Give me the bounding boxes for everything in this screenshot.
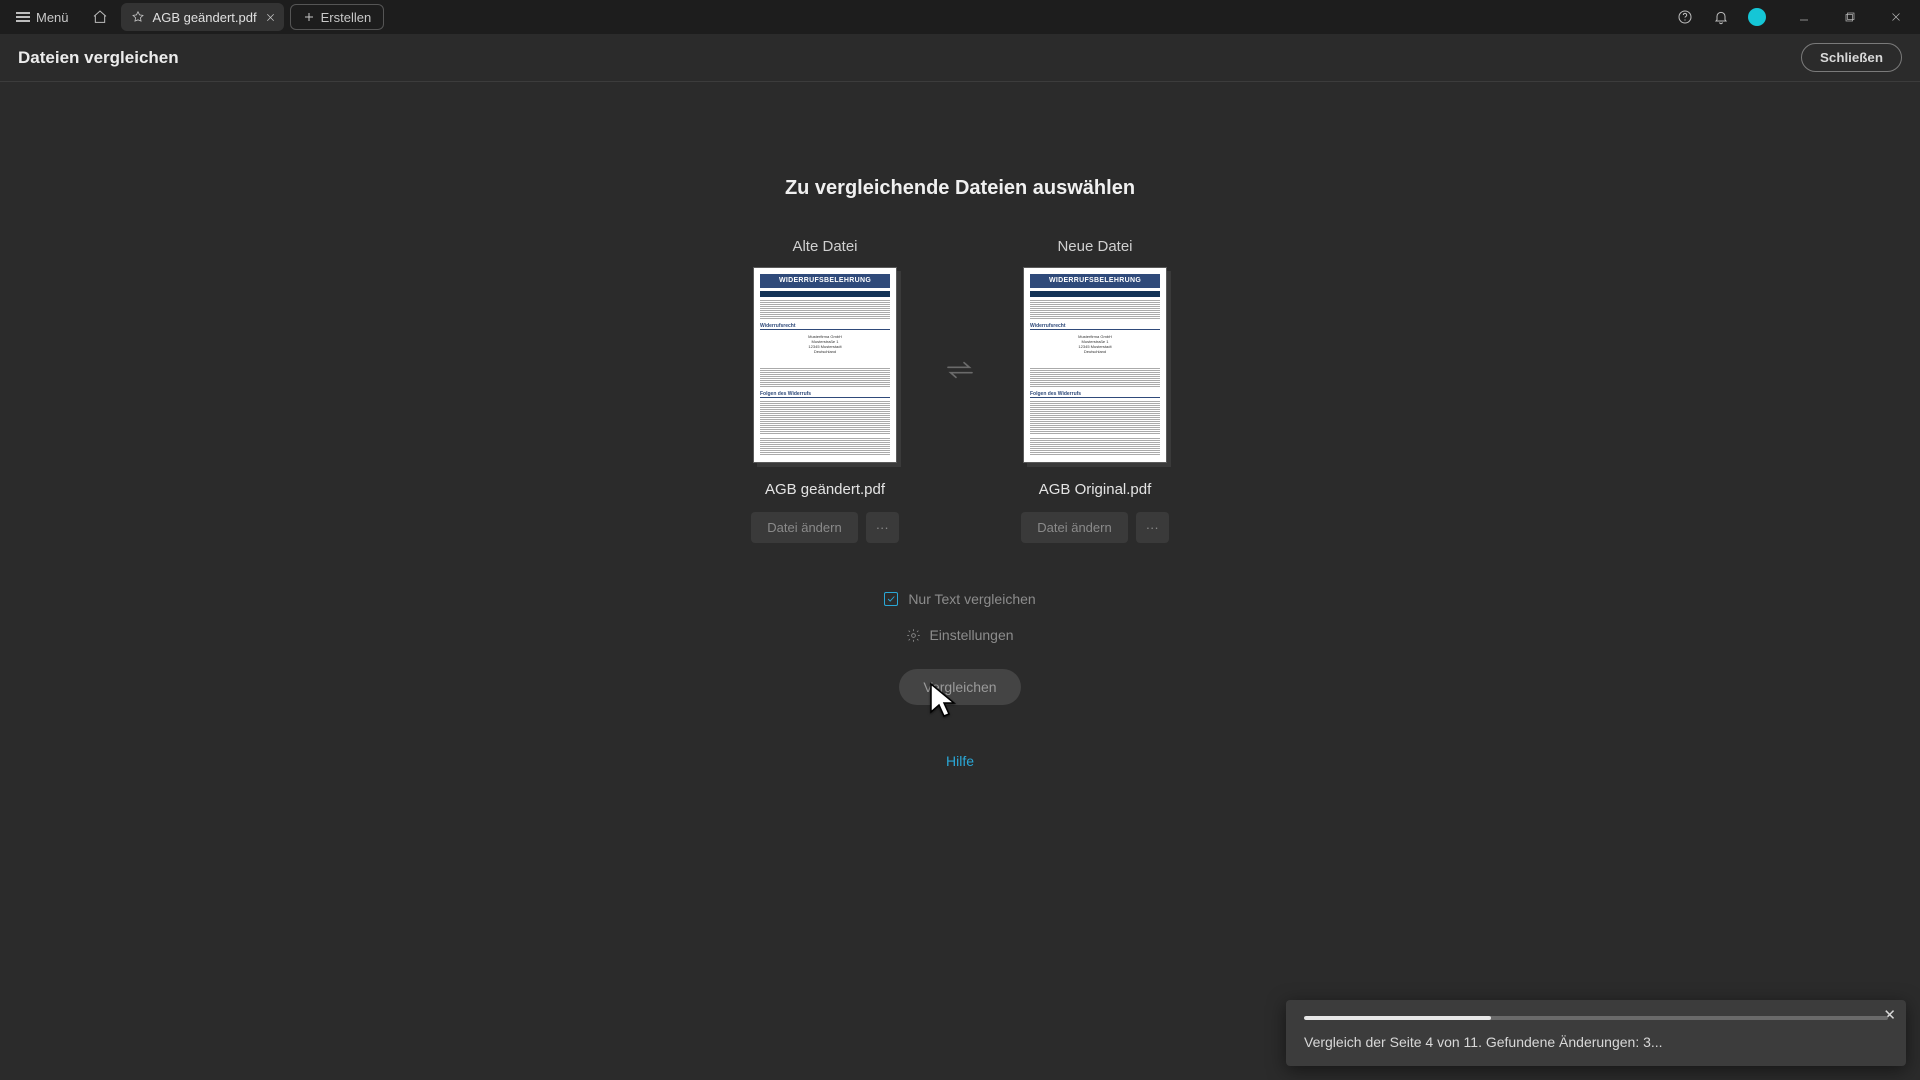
plus-icon (303, 11, 315, 23)
help-button[interactable] (1670, 3, 1700, 31)
home-icon (92, 9, 108, 25)
help-link[interactable]: Hilfe (946, 753, 974, 769)
menu-label: Menü (36, 10, 69, 25)
new-more-button[interactable]: ··· (1136, 512, 1169, 543)
close-window-button[interactable] (1878, 3, 1914, 31)
old-file-actions: Datei ändern ··· (751, 512, 898, 543)
new-file-column: Neue Datei WIDERRUFSBELEHRUNG Widerrufsr… (980, 238, 1210, 543)
window-controls (1786, 3, 1914, 31)
progress-bar-fill (1304, 1016, 1491, 1020)
toast-message: Vergleich der Seite 4 von 11. Gefundene … (1304, 1034, 1888, 1050)
checkbox-icon (884, 592, 898, 606)
create-button[interactable]: Erstellen (290, 4, 385, 30)
new-file-thumbnail[interactable]: WIDERRUFSBELEHRUNG Widerrufsrecht Muster… (1023, 267, 1167, 463)
star-icon (131, 10, 145, 24)
titlebar: Menü AGB geändert.pdf Erstellen (0, 0, 1920, 34)
help-icon (1677, 9, 1693, 25)
tool-header: Dateien vergleichen Schließen (0, 34, 1920, 82)
close-icon (1890, 11, 1902, 23)
new-change-file-button[interactable]: Datei ändern (1021, 512, 1127, 543)
old-file-column: Alte Datei WIDERRUFSBELEHRUNG Widerrufsr… (710, 238, 940, 543)
old-file-label: Alte Datei (792, 238, 857, 255)
old-file-thumbnail[interactable]: WIDERRUFSBELEHRUNG Widerrufsrecht Muster… (753, 267, 897, 463)
only-text-label: Nur Text vergleichen (908, 591, 1035, 607)
close-tab-button[interactable] (265, 12, 276, 23)
notifications-button[interactable] (1706, 3, 1736, 31)
settings-label: Einstellungen (929, 627, 1013, 643)
thumb-banner: WIDERRUFSBELEHRUNG (760, 274, 890, 288)
thumb-banner: WIDERRUFSBELEHRUNG (1030, 274, 1160, 288)
old-file-name: AGB geändert.pdf (765, 481, 885, 498)
compare-heading: Zu vergleichende Dateien auswählen (600, 177, 1320, 200)
maximize-button[interactable] (1832, 3, 1868, 31)
bell-icon (1713, 9, 1729, 25)
main-content: Zu vergleichende Dateien auswählen Alte … (0, 82, 1920, 1080)
hamburger-icon (16, 12, 30, 22)
old-change-file-button[interactable]: Datei ändern (751, 512, 857, 543)
progress-bar (1304, 1016, 1888, 1020)
new-file-name: AGB Original.pdf (1039, 481, 1152, 498)
file-columns: Alte Datei WIDERRUFSBELEHRUNG Widerrufsr… (600, 238, 1320, 543)
tab-title: AGB geändert.pdf (153, 10, 257, 25)
compare-button[interactable]: Vergleichen (899, 669, 1020, 705)
progress-toast: ✕ Vergleich der Seite 4 von 11. Gefunden… (1286, 1000, 1906, 1066)
page-title: Dateien vergleichen (18, 48, 179, 68)
new-file-actions: Datei ändern ··· (1021, 512, 1168, 543)
minimize-icon (1798, 11, 1810, 23)
swap-files-button[interactable] (944, 358, 976, 385)
menu-button[interactable]: Menü (6, 6, 79, 29)
home-button[interactable] (85, 3, 115, 31)
account-avatar[interactable] (1742, 3, 1772, 31)
compare-options: Nur Text vergleichen Einstellungen Vergl… (600, 591, 1320, 769)
old-more-button[interactable]: ··· (866, 512, 899, 543)
gear-icon (906, 628, 921, 643)
swap-icon (944, 358, 976, 382)
compare-settings-button[interactable]: Einstellungen (906, 627, 1013, 643)
avatar-icon (1748, 8, 1766, 26)
only-text-checkbox-row[interactable]: Nur Text vergleichen (884, 591, 1035, 607)
maximize-icon (1844, 11, 1856, 23)
minimize-button[interactable] (1786, 3, 1822, 31)
create-label: Erstellen (321, 10, 372, 25)
new-file-label: Neue Datei (1057, 238, 1132, 255)
document-tab[interactable]: AGB geändert.pdf (121, 3, 284, 31)
close-tool-button[interactable]: Schließen (1801, 43, 1902, 72)
